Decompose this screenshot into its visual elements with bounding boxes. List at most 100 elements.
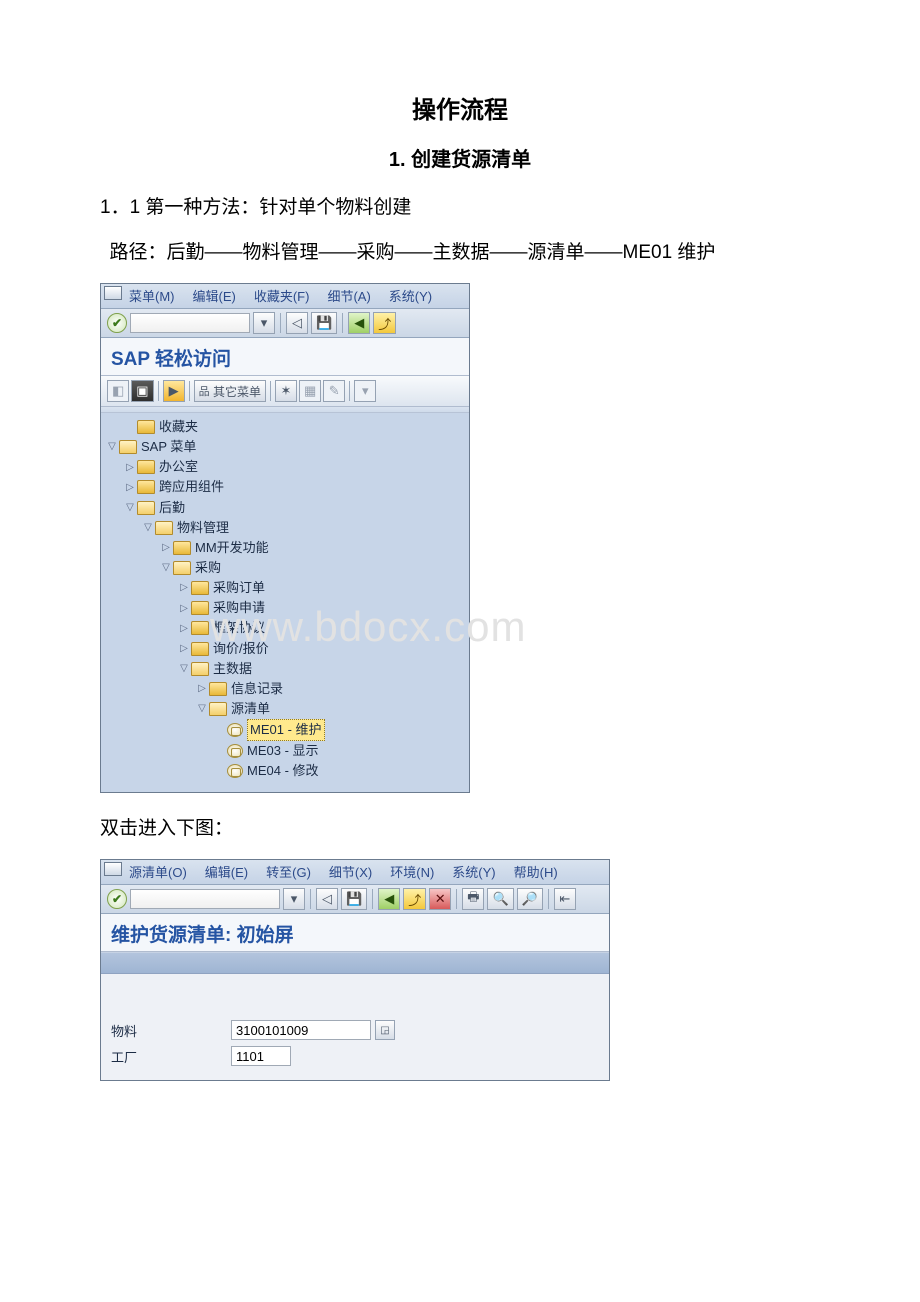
doc-title: 操作流程 [100,90,820,125]
tree-node[interactable]: ▷采购申请 [105,598,465,618]
other-menu-button[interactable]: 品 其它菜单 [194,380,266,402]
screen-title: SAP 轻松访问 [111,344,459,371]
plant-field[interactable] [231,1046,291,1066]
sap-easy-access-window: 菜单(M) 编辑(E) 收藏夹(F) 细节(A) 系统(Y) ✔ ▾ ◁ 💾 ◀… [100,283,470,793]
plant-label: 工厂 [111,1047,231,1066]
folder-open-icon [209,702,227,716]
toolbar-button[interactable]: ⇤ [554,888,576,910]
folder-icon [137,460,155,474]
tree-node[interactable]: ▷询价/报价 [105,639,465,659]
folder-open-icon [137,501,155,515]
enter-button[interactable]: ✔ [107,313,127,333]
material-field[interactable] [231,1020,371,1040]
enter-button[interactable]: ✔ [107,889,127,909]
window-menu-icon[interactable] [104,286,122,300]
back-icon[interactable]: ◀ [378,888,400,910]
folder-open-icon [191,662,209,676]
menu-item[interactable]: 编辑(E) [193,286,236,305]
tree-node[interactable]: ▷框架协议 [105,618,465,638]
tree-node[interactable]: ▷信息记录 [105,679,465,699]
toolbar-button[interactable]: 🔍 [487,888,513,910]
command-field[interactable] [130,889,280,909]
me01-initial-screen: 源清单(O) 编辑(E) 转至(G) 细节(X) 环境(N) 系统(Y) 帮助(… [100,859,610,1081]
standard-toolbar: ✔ ▾ ◁ 💾 ◀ ⤴ ✕ 🖶 🔍 🔎 ⇤ [101,885,609,914]
menubar: 源清单(O) 编辑(E) 转至(G) 细节(X) 环境(N) 系统(Y) 帮助(… [101,860,609,885]
toolbar-button[interactable]: ▦ [299,380,321,402]
transaction-icon [227,744,243,758]
menu-item[interactable]: 菜单(M) [129,286,175,305]
standard-toolbar: ✔ ▾ ◁ 💾 ◀ ⤴ [101,309,469,338]
material-label: 物料 [111,1021,231,1040]
toolbar-button[interactable]: 🖶 [462,888,484,910]
toolbar-button[interactable]: 🔎 [517,888,543,910]
screen-title: 维护货源清单: 初始屏 [111,920,599,947]
toolbar-button[interactable]: ✶ [275,380,297,402]
back-button[interactable]: ◁ [316,888,338,910]
folder-open-icon [173,561,191,575]
window-menu-icon[interactable] [104,862,122,876]
folder-open-icon [119,440,137,454]
cancel-icon[interactable]: ✕ [429,888,451,910]
tree-node[interactable]: ▽后勤 [105,498,465,518]
search-help-icon[interactable]: ◲ [375,1020,395,1040]
command-field[interactable] [130,313,250,333]
tree-node[interactable]: ▽源清单 [105,699,465,719]
menu-item[interactable]: 细节(A) [327,286,370,305]
toolbar-button[interactable]: ✎ [323,380,345,402]
folder-icon [191,621,209,635]
transaction-icon [227,764,243,778]
section-title: 1．1 第一种方法：针对单个物料创建 [100,194,820,223]
exit-icon[interactable]: ⤴ [373,312,396,334]
menu-item[interactable]: 转至(G) [266,862,311,881]
toolbar-button[interactable]: ◧ [107,380,129,402]
tree-node-me03[interactable]: ME03 - 显示 [105,741,465,761]
menu-item[interactable]: 系统(Y) [452,862,495,881]
tree-node-me04[interactable]: ME04 - 修改 [105,761,465,781]
nav-path: 路径：后勤——物料管理——采购——主数据——源清单——ME01 维护 [100,239,820,268]
instruction-text: 双击进入下图： [100,815,820,844]
tree-node[interactable]: ▽采购 [105,558,465,578]
tree-node-me01[interactable]: ME01 - 维护 [105,719,465,741]
toolbar-button[interactable]: ▶ [163,380,185,402]
back-button[interactable]: ◁ [286,312,308,334]
menu-item[interactable]: 细节(X) [329,862,372,881]
title-area: SAP 轻松访问 [101,338,469,376]
tree-node[interactable]: ▷办公室 [105,457,465,477]
save-button[interactable]: 💾 [341,888,367,910]
empty-app-toolbar [101,952,609,974]
tree-node[interactable]: ▷采购订单 [105,578,465,598]
menu-item[interactable]: 系统(Y) [389,286,432,305]
folder-icon [209,682,227,696]
save-button[interactable]: 💾 [311,312,337,334]
tree-node[interactable]: ▽SAP 菜单 [105,437,465,457]
tree-node[interactable]: ▷MM开发功能 [105,538,465,558]
toolbar-button[interactable]: ▾ [354,380,376,402]
tree-node[interactable]: 收藏夹 [105,417,465,437]
selection-screen: 物料 ◲ 工厂 [101,974,609,1080]
toolbar-button[interactable]: ▣ [131,380,153,402]
folder-icon [137,480,155,494]
exit-icon[interactable]: ⤴ [403,888,426,910]
dropdown-icon[interactable]: ▾ [253,312,275,334]
menubar: 菜单(M) 编辑(E) 收藏夹(F) 细节(A) 系统(Y) [101,284,469,309]
folder-icon [173,541,191,555]
back-icon[interactable]: ◀ [348,312,370,334]
doc-heading: 1. 创建货源清单 [100,143,820,172]
transaction-icon [227,723,243,737]
folder-icon [191,601,209,615]
app-toolbar: ◧ ▣ ▶ 品 其它菜单 ✶ ▦ ✎ ▾ [101,376,469,407]
folder-icon [137,420,155,434]
menu-item[interactable]: 编辑(E) [205,862,248,881]
tree-node[interactable]: ▷跨应用组件 [105,477,465,497]
tree-node[interactable]: ▽物料管理 [105,518,465,538]
menu-item[interactable]: 帮助(H) [514,862,558,881]
menu-item[interactable]: 收藏夹(F) [254,286,310,305]
dropdown-icon[interactable]: ▾ [283,888,305,910]
navigation-tree[interactable]: 收藏夹 ▽SAP 菜单 ▷办公室 ▷跨应用组件 ▽后勤 ▽物料管理 ▷MM开发功… [101,413,469,792]
menu-item[interactable]: 源清单(O) [129,862,187,881]
folder-icon [191,581,209,595]
folder-icon [191,642,209,656]
folder-open-icon [155,521,173,535]
tree-node[interactable]: ▽主数据 [105,659,465,679]
menu-item[interactable]: 环境(N) [390,862,434,881]
